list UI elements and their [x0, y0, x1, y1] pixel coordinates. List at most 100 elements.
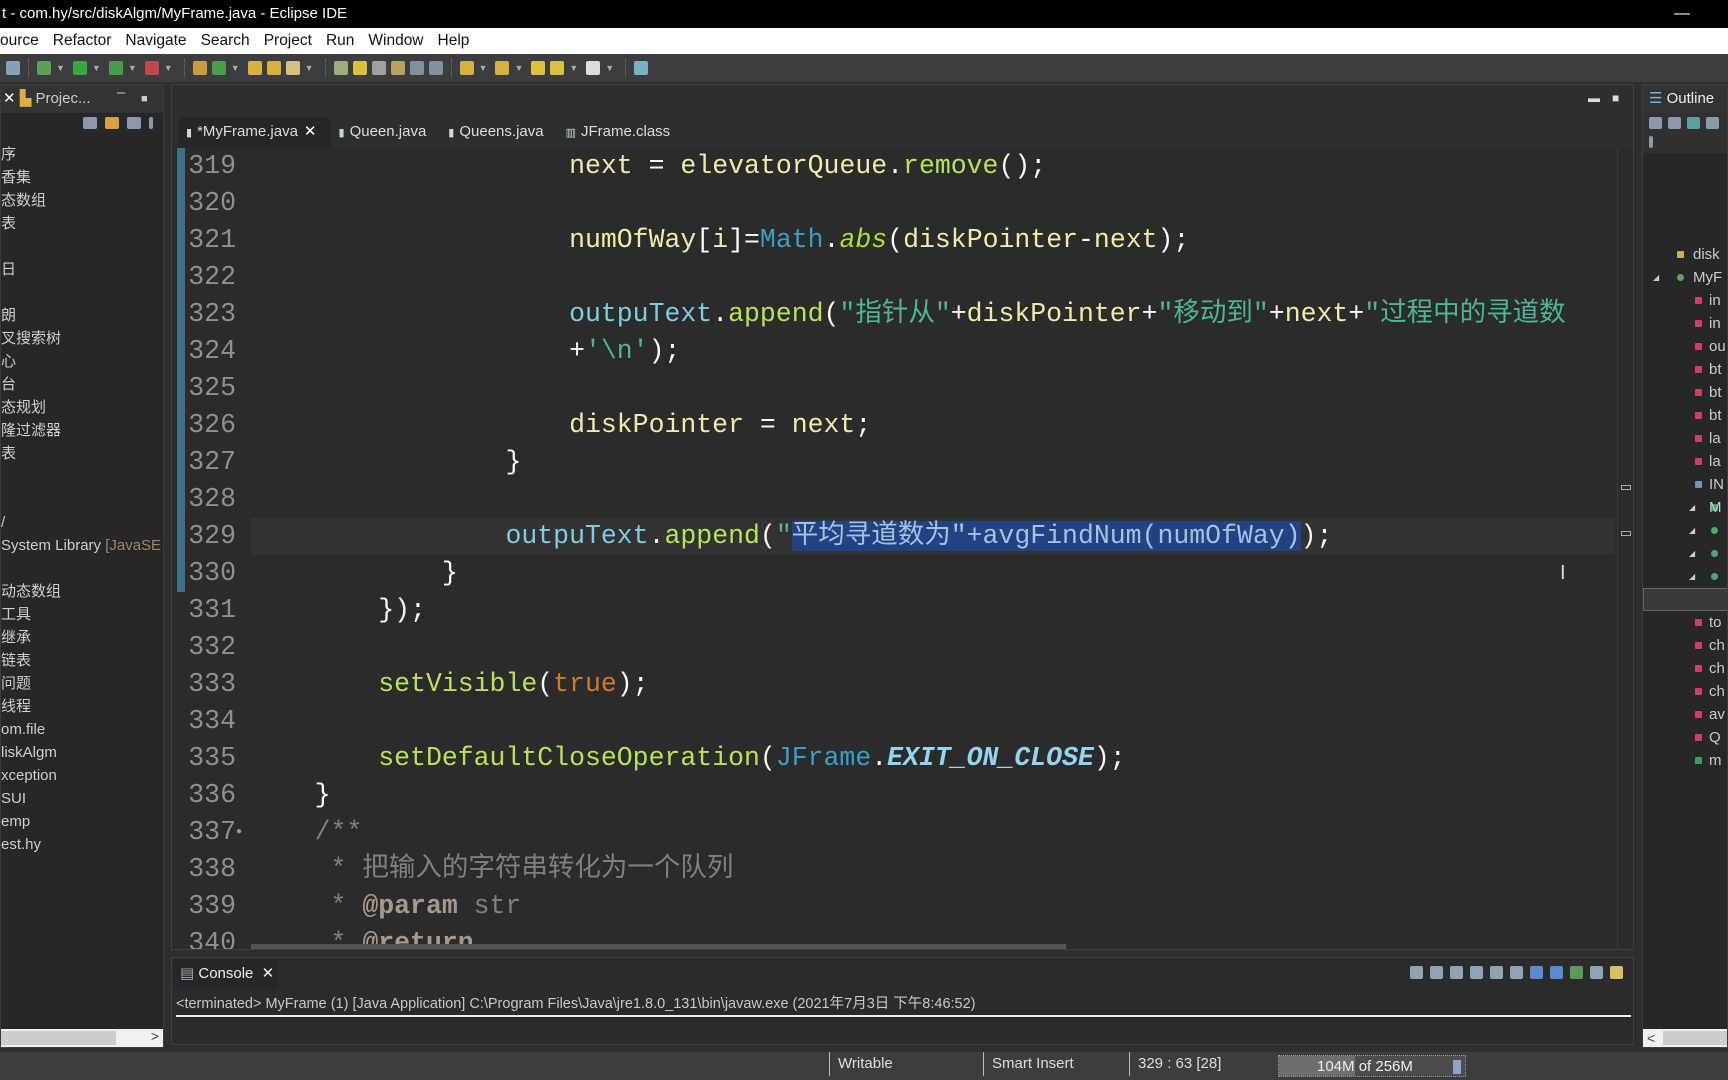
prev-annotation-icon[interactable]	[495, 61, 510, 75]
tree-item[interactable]: 态规划	[1, 396, 163, 419]
outline-item[interactable]: in	[1643, 289, 1727, 312]
code-line[interactable]: 324 +'\n');	[172, 333, 1633, 370]
open-folder-icon[interactable]	[247, 61, 262, 75]
outline-item[interactable]: la	[1643, 427, 1727, 450]
outline-item[interactable]: ◢	[1643, 542, 1727, 565]
external-tools-icon[interactable]	[144, 61, 159, 75]
toggle-icon[interactable]	[390, 61, 405, 75]
tree-item[interactable]: System Library [JavaSE	[1, 534, 163, 557]
chevron-down-icon[interactable]: ▼	[92, 63, 101, 73]
outline-item[interactable]: ◢ M	[1643, 496, 1727, 519]
outline-item[interactable]: bt	[1643, 381, 1727, 404]
pin-console-icon[interactable]	[1570, 966, 1583, 979]
chevron-down-icon[interactable]: ▼	[164, 63, 173, 73]
search-icon[interactable]	[333, 61, 348, 75]
outline-item[interactable]: m	[1643, 749, 1727, 772]
code-line[interactable]: 338 * 把输入的字符串转化为一个队列	[172, 851, 1633, 888]
code-line[interactable]: 328	[172, 481, 1633, 518]
outline-item[interactable]	[1643, 588, 1727, 611]
outline-item[interactable]: bt	[1643, 358, 1727, 381]
tree-item[interactable]	[1, 281, 163, 304]
scroll-lock-icon[interactable]	[1490, 966, 1503, 979]
outline-item[interactable]: to	[1643, 611, 1727, 634]
expand-triangle-icon[interactable]: ◢	[1689, 542, 1695, 565]
view-menu-icon[interactable]	[149, 117, 153, 129]
code-line[interactable]: 331 });	[172, 592, 1633, 629]
tree-item[interactable]: /	[1, 511, 163, 534]
tree-item[interactable]: 隆过滤器	[1, 419, 163, 442]
run-icon[interactable]	[72, 61, 87, 75]
tree-item[interactable]: 问题	[1, 672, 163, 695]
scroll-right-arrow[interactable]: >	[151, 1028, 159, 1044]
editor-horizontal-scrollbar[interactable]	[251, 944, 1066, 949]
debug-icon[interactable]	[37, 61, 51, 75]
code-line[interactable]: 322	[172, 259, 1633, 296]
code-line[interactable]: 325	[172, 370, 1633, 407]
sync-icon[interactable]	[1649, 117, 1662, 129]
tree-item[interactable]: 香集	[1, 166, 163, 189]
tree-item[interactable]: 叉搜索树	[1, 327, 163, 350]
menu-ource[interactable]: ource	[0, 28, 47, 54]
outline-item[interactable]: av	[1643, 703, 1727, 726]
tree-item[interactable]: 表	[1, 442, 163, 465]
tree-item[interactable]: 继承	[1, 626, 163, 649]
remove-all-icon[interactable]	[1450, 966, 1463, 979]
outline-item[interactable]: in	[1643, 312, 1727, 335]
collapse-all-icon[interactable]	[1668, 117, 1681, 129]
scroll-left-arrow[interactable]: <	[1647, 1030, 1655, 1046]
outline-tab[interactable]: ☰ Outline	[1643, 85, 1727, 113]
minimize-button[interactable]: —	[1674, 0, 1690, 28]
chevron-down-icon[interactable]: ▼	[305, 63, 314, 73]
code-line[interactable]: 333 setVisible(true);	[172, 666, 1633, 703]
minimize-icon[interactable]: –	[117, 85, 125, 107]
task-icon[interactable]	[371, 61, 386, 75]
close-icon[interactable]: ✕	[262, 965, 275, 982]
tree-item[interactable]: 工具	[1, 603, 163, 626]
tree-item[interactable]	[1, 557, 163, 580]
expand-triangle-icon[interactable]: ◢	[1653, 266, 1659, 289]
tree-item[interactable]: om.file	[1, 718, 163, 741]
perspective-icon[interactable]	[634, 61, 649, 75]
outline-item[interactable]: la	[1643, 450, 1727, 473]
next-annotation-icon[interactable]	[459, 61, 474, 75]
tree-item[interactable]: 台	[1, 373, 163, 396]
outline-item[interactable]: bt	[1643, 404, 1727, 427]
menu-project[interactable]: Project	[264, 28, 320, 54]
coverage-icon[interactable]	[108, 61, 123, 75]
chevron-down-icon[interactable]: ▼	[514, 63, 523, 73]
menu-navigate[interactable]: Navigate	[125, 28, 194, 54]
menu-refactor[interactable]: Refactor	[53, 28, 120, 54]
expand-triangle-icon[interactable]: ◢	[1689, 496, 1695, 519]
forward-icon[interactable]	[586, 61, 601, 75]
code-area[interactable]: 319 next = elevatorQueue.remove(); 320 321…	[172, 148, 1633, 949]
chevron-down-icon[interactable]: ▼	[128, 63, 137, 73]
ruler-marker[interactable]	[1621, 531, 1631, 536]
hide-fields-icon[interactable]	[1706, 117, 1719, 129]
tree-item[interactable]: 态数组	[1, 189, 163, 212]
tree-item[interactable]: emp	[1, 810, 163, 833]
outline-item[interactable]: ◢	[1643, 519, 1727, 542]
code-line[interactable]: 320	[172, 185, 1633, 222]
back-arrow-icon[interactable]	[550, 61, 565, 75]
code-line[interactable]: 319 next = elevatorQueue.remove();	[172, 148, 1633, 185]
link-editor-icon[interactable]	[105, 117, 119, 129]
menu-help[interactable]: Help	[438, 28, 478, 54]
horizontal-scrollbar[interactable]: >	[1, 1028, 163, 1047]
tree-item[interactable]: 线程	[1, 695, 163, 718]
open-console-icon[interactable]	[1610, 966, 1623, 979]
code-line[interactable]: 336 }	[172, 777, 1633, 814]
tree-item[interactable]: SUI	[1, 787, 163, 810]
overview-ruler[interactable]	[1617, 149, 1633, 949]
new-class-icon[interactable]	[211, 61, 226, 75]
tree-item[interactable]: 心	[1, 350, 163, 373]
chevron-down-icon[interactable]: ▼	[479, 63, 488, 73]
brush-icon[interactable]	[285, 61, 300, 75]
tree-item[interactable]: xception	[1, 764, 163, 787]
minimize-icon[interactable]: ▬	[1588, 91, 1600, 105]
pilcrow-icon[interactable]	[428, 61, 443, 75]
back-icon[interactable]	[531, 61, 546, 75]
word-wrap-icon[interactable]	[1510, 966, 1523, 979]
expand-triangle-icon[interactable]: ◢	[1689, 519, 1695, 542]
fold-toggle-icon[interactable]: ●	[236, 814, 242, 851]
code-line[interactable]: 329 outpuText.append("平均寻道数为"+avgFindNum…	[172, 518, 1633, 555]
